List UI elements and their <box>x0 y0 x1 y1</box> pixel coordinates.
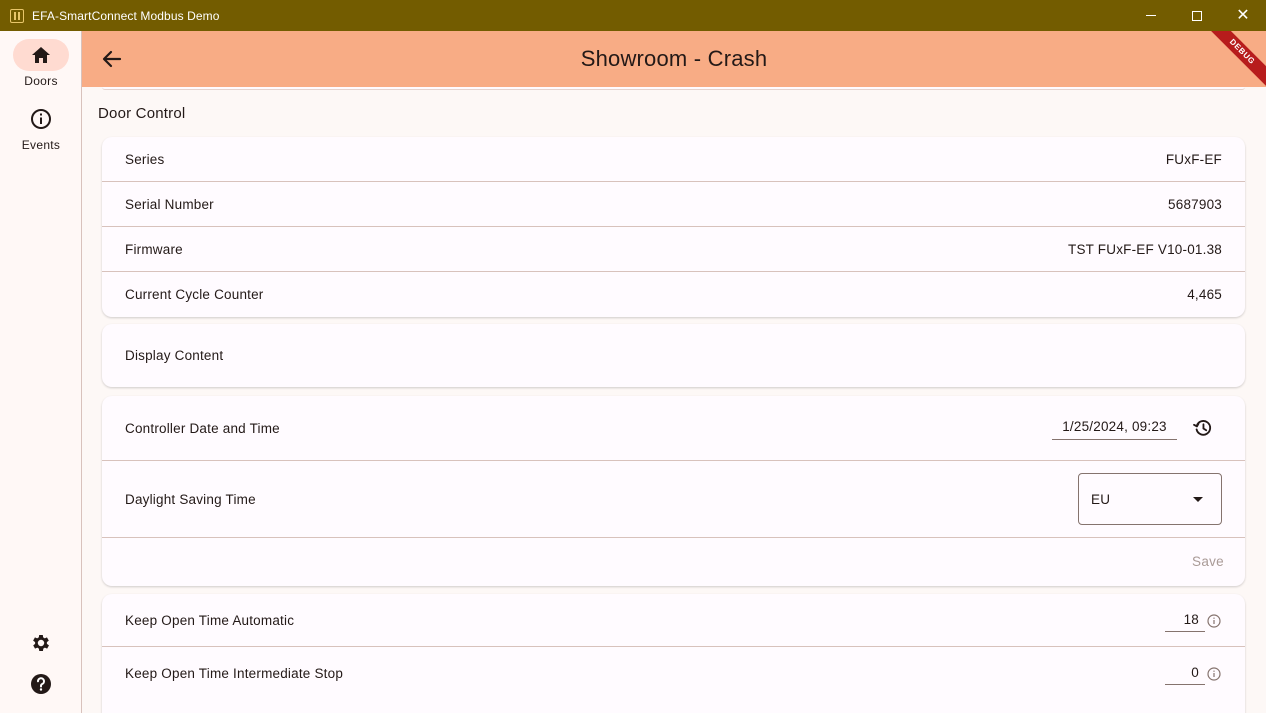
info-icon <box>31 109 51 129</box>
arrow-back-icon <box>102 50 122 68</box>
dst-selected-value: EU <box>1091 491 1111 507</box>
keep-open-automatic-info-button[interactable] <box>1207 614 1221 628</box>
maximize-icon <box>1192 10 1202 21</box>
info-row-serial-number: Serial Number 5687903 <box>102 182 1245 227</box>
rail-item-label: Doors <box>24 74 58 88</box>
maximize-button[interactable] <box>1174 0 1220 31</box>
keep-open-intermediate-input[interactable]: 0 <box>1165 661 1205 685</box>
keep-open-automatic-input[interactable]: 18 <box>1165 608 1205 632</box>
minimize-button[interactable] <box>1128 0 1174 31</box>
window-controls: ✕ <box>1128 0 1266 31</box>
row-value: 5687903 <box>1168 196 1222 212</box>
back-button[interactable] <box>96 43 128 75</box>
timing-card: Keep Open Time Automatic 18 Keep Open Ti… <box>102 594 1245 713</box>
home-icon <box>32 47 50 63</box>
settings-button[interactable] <box>0 632 82 654</box>
window-titlebar: EFA-SmartConnect Modbus Demo ✕ <box>0 0 1266 31</box>
datetime-row: Controller Date and Time 1/25/2024, 09:2… <box>102 396 1245 461</box>
row-label: Keep Open Time Intermediate Stop <box>125 666 344 681</box>
minimize-icon <box>1146 15 1156 16</box>
rail-item-events[interactable]: Events <box>0 103 82 152</box>
navigation-rail: Doors Events <box>0 31 82 713</box>
row-label: Daylight Saving Time <box>125 491 256 507</box>
dropdown-arrow-icon <box>1193 497 1203 502</box>
help-icon <box>31 674 51 694</box>
door-icon <box>10 8 24 23</box>
controller-settings-card: Controller Date and Time 1/25/2024, 09:2… <box>102 396 1245 586</box>
info-icon <box>1207 614 1221 628</box>
help-button[interactable] <box>0 673 82 695</box>
row-label: Current Cycle Counter <box>125 287 264 302</box>
gear-icon <box>33 635 49 651</box>
display-content-card[interactable]: Display Content <box>102 324 1245 387</box>
row-label: Series <box>125 151 165 167</box>
rail-item-events-indicator <box>13 103 69 135</box>
datetime-field[interactable]: 1/25/2024, 09:23 <box>1052 414 1177 440</box>
rail-item-label: Events <box>21 138 61 152</box>
timing-row-keep-open-automatic: Keep Open Time Automatic 18 <box>102 594 1245 647</box>
dst-row: Daylight Saving Time EU <box>102 461 1245 538</box>
row-label: Serial Number <box>125 196 214 212</box>
info-row-firmware: Firmware TST FUxF-EF V10-01.38 <box>102 227 1245 272</box>
door-info-card: Series FUxF-EF Serial Number 5687903 Fir… <box>102 137 1245 317</box>
history-icon <box>1193 420 1212 436</box>
row-label: Display Content <box>125 348 224 363</box>
rail-item-doors-indicator <box>13 39 69 71</box>
sync-time-button[interactable] <box>1189 414 1217 442</box>
info-row-series: Series FUxF-EF <box>102 137 1245 182</box>
dst-select[interactable]: EU <box>1078 473 1222 525</box>
previous-card-edge <box>102 87 1245 90</box>
section-title: Door Control <box>98 105 186 122</box>
rail-item-doors[interactable]: Doors <box>0 39 82 88</box>
info-row-cycle-counter: Current Cycle Counter 4,465 <box>102 272 1245 317</box>
row-label: Firmware <box>125 241 183 257</box>
window-title: EFA-SmartConnect Modbus Demo <box>32 8 220 23</box>
row-value: 4,465 <box>1187 287 1222 302</box>
row-value: FUxF-EF <box>1165 151 1222 167</box>
main-content: Door Control Series FUxF-EF Serial Numbe… <box>82 87 1266 713</box>
timing-row-keep-open-intermediate: Keep Open Time Intermediate Stop 0 <box>102 647 1245 700</box>
row-value: TST FUxF-EF V10-01.38 <box>1068 241 1222 257</box>
row-label: Keep Open Time Automatic <box>125 612 295 628</box>
display-content-row: Display Content <box>102 324 1245 387</box>
save-button[interactable]: Save <box>1192 554 1224 569</box>
close-button[interactable]: ✕ <box>1220 0 1266 31</box>
keep-open-intermediate-info-button[interactable] <box>1207 667 1221 681</box>
page-title: Showroom - Crash <box>580 46 768 71</box>
close-icon: ✕ <box>1236 6 1250 24</box>
app-bar: Showroom - Crash DEBUG <box>82 31 1266 87</box>
info-icon <box>1207 667 1221 681</box>
save-row: Save <box>102 538 1245 586</box>
